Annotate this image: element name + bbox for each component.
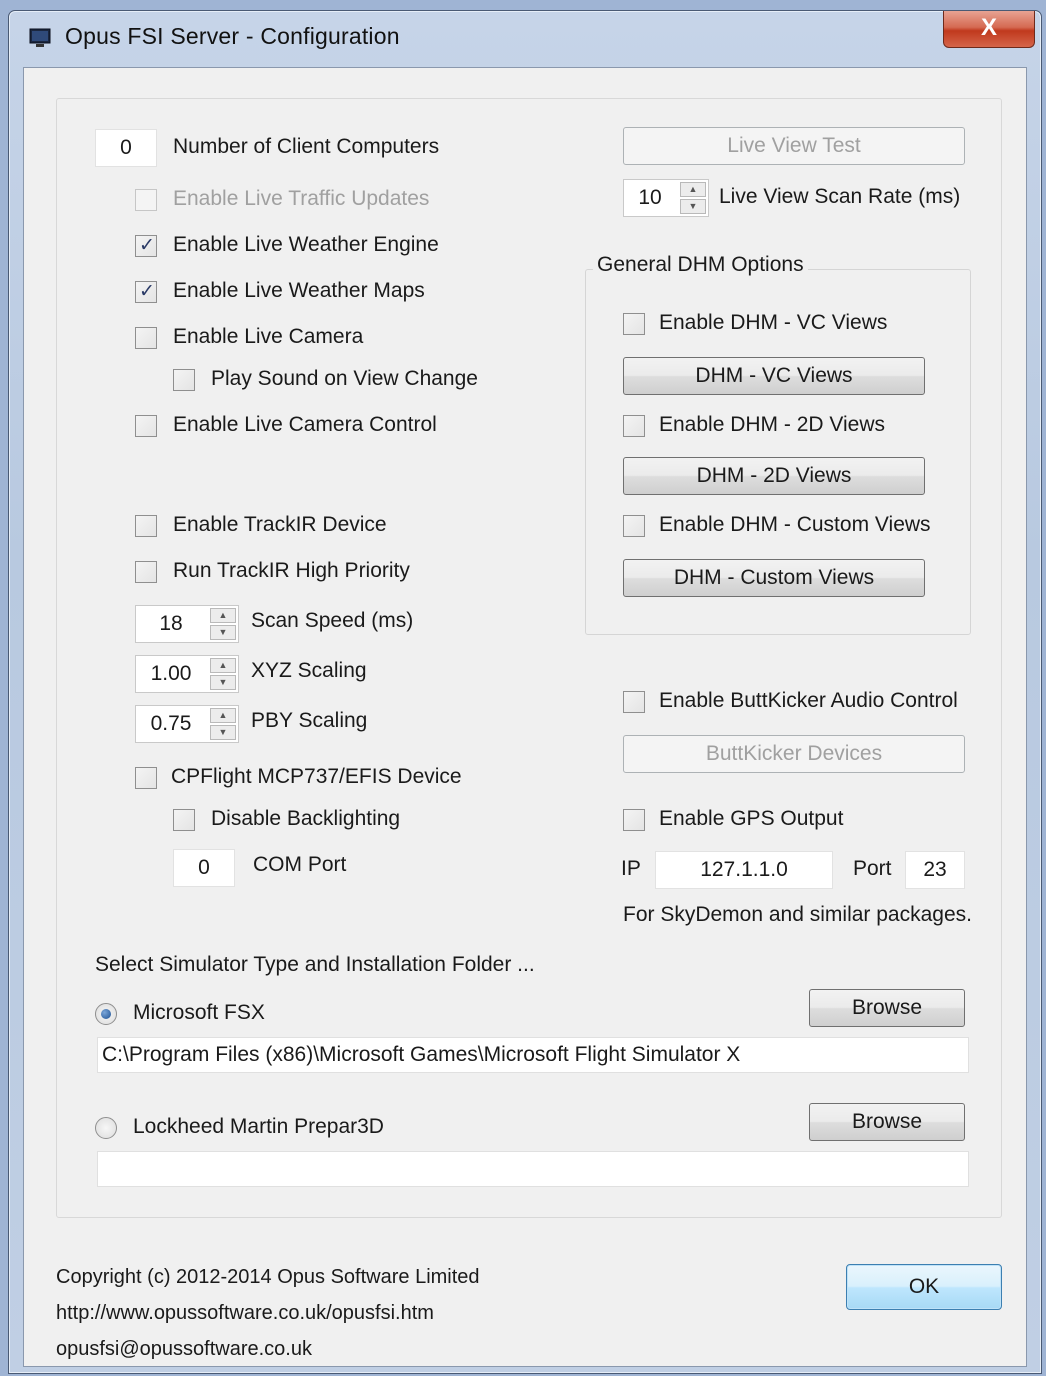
scan-rate-label: Live View Scan Rate (ms) — [719, 185, 961, 208]
port-field[interactable]: 23 — [905, 851, 965, 889]
close-button[interactable]: X — [943, 11, 1035, 48]
dhm-custom-checkbox[interactable] — [623, 515, 645, 537]
xyz-scaling-value: 1.00 — [150, 662, 192, 685]
weather-engine-checkbox[interactable]: ✓ — [135, 235, 157, 257]
weather-maps-checkbox[interactable]: ✓ — [135, 281, 157, 303]
gps-output-label: Enable GPS Output — [659, 807, 844, 830]
play-sound-checkbox[interactable] — [173, 369, 195, 391]
fsx-label: Microsoft FSX — [133, 1001, 265, 1024]
app-monitor-icon — [29, 28, 51, 47]
trackir-checkbox[interactable] — [135, 515, 157, 537]
cpflight-label: CPFlight MCP737/EFIS Device — [171, 765, 462, 788]
spin-down-icon[interactable]: ▼ — [210, 675, 236, 690]
spin-up-icon[interactable]: ▲ — [210, 708, 236, 723]
dhm-2d-button[interactable]: DHM - 2D Views — [623, 457, 925, 495]
scan-speed-label: Scan Speed (ms) — [251, 609, 414, 632]
dhm-custom-button[interactable]: DHM - Custom Views — [623, 559, 925, 597]
checkmark-icon: ✓ — [139, 281, 155, 302]
num-clients-field[interactable]: 0 — [95, 129, 157, 167]
pby-scaling-label: PBY Scaling — [251, 709, 368, 732]
ip-field[interactable]: 127.1.1.0 — [655, 851, 833, 889]
port-label: Port — [853, 857, 892, 880]
scan-rate-stepper[interactable]: 10 ▲ ▼ — [623, 179, 709, 217]
buttkicker-label: Enable ButtKicker Audio Control — [659, 689, 958, 712]
ok-button[interactable]: OK — [846, 1264, 1002, 1310]
pby-scaling-stepper[interactable]: 0.75 ▲ ▼ — [135, 705, 239, 743]
live-traffic-label: Enable Live Traffic Updates — [173, 187, 430, 210]
dhm-2d-checkbox[interactable] — [623, 415, 645, 437]
live-camera-checkbox[interactable] — [135, 327, 157, 349]
dhm-custom-label: Enable DHM - Custom Views — [659, 513, 931, 536]
email-link[interactable]: opusfsi@opussoftware.co.uk — [56, 1338, 312, 1361]
gps-note: For SkyDemon and similar packages. — [623, 903, 972, 926]
spin-up-icon[interactable]: ▲ — [210, 658, 236, 673]
buttkicker-devices-button[interactable]: ButtKicker Devices — [623, 735, 965, 773]
cpflight-checkbox[interactable] — [135, 767, 157, 789]
spin-down-icon[interactable]: ▼ — [680, 199, 706, 214]
dhm-vc-checkbox[interactable] — [623, 313, 645, 335]
fsx-path-field[interactable]: C:\Program Files (x86)\Microsoft Games\M… — [97, 1037, 969, 1073]
spin-down-icon[interactable]: ▼ — [210, 725, 236, 740]
fsx-browse-button[interactable]: Browse — [809, 989, 965, 1027]
scan-speed-stepper[interactable]: 18 ▲ ▼ — [135, 605, 239, 643]
p3d-label: Lockheed Martin Prepar3D — [133, 1115, 384, 1138]
spin-up-icon[interactable]: ▲ — [680, 182, 706, 197]
com-port-field[interactable]: 0 — [173, 849, 235, 887]
trackir-priority-checkbox[interactable] — [135, 561, 157, 583]
fsx-radio[interactable] — [95, 1003, 117, 1025]
xyz-scaling-label: XYZ Scaling — [251, 659, 367, 682]
title-bar[interactable]: Opus FSI Server - Configuration X — [9, 11, 1041, 69]
website-link[interactable]: http://www.opussoftware.co.uk/opusfsi.ht… — [56, 1302, 434, 1325]
dhm-vc-label: Enable DHM - VC Views — [659, 311, 888, 334]
gps-output-checkbox[interactable] — [623, 809, 645, 831]
window-title: Opus FSI Server - Configuration — [65, 23, 400, 49]
live-view-test-button[interactable]: Live View Test — [623, 127, 965, 165]
live-traffic-checkbox[interactable] — [135, 189, 157, 211]
dhm-group-title: General DHM Options — [593, 253, 808, 277]
play-sound-label: Play Sound on View Change — [211, 367, 478, 390]
window-frame: Opus FSI Server - Configuration X 0 Numb… — [8, 10, 1042, 1374]
camera-control-label: Enable Live Camera Control — [173, 413, 437, 436]
pby-scaling-value: 0.75 — [150, 712, 192, 735]
p3d-radio[interactable] — [95, 1117, 117, 1139]
num-clients-label: Number of Client Computers — [173, 135, 440, 158]
copyright-text: Copyright (c) 2012-2014 Opus Software Li… — [56, 1266, 480, 1288]
buttkicker-checkbox[interactable] — [623, 691, 645, 713]
dhm-2d-label: Enable DHM - 2D Views — [659, 413, 886, 436]
settings-group: 0 Number of Client Computers Enable Live… — [56, 98, 1002, 1218]
trackir-label: Enable TrackIR Device — [173, 513, 387, 536]
dialog-client-area: 0 Number of Client Computers Enable Live… — [23, 67, 1027, 1367]
checkmark-icon: ✓ — [139, 235, 155, 256]
com-port-label: COM Port — [253, 853, 347, 876]
backlighting-checkbox[interactable] — [173, 809, 195, 831]
scan-speed-value: 18 — [159, 612, 183, 635]
camera-control-checkbox[interactable] — [135, 415, 157, 437]
live-camera-label: Enable Live Camera — [173, 325, 364, 348]
spin-down-icon[interactable]: ▼ — [210, 625, 236, 640]
radio-selected-icon — [101, 1009, 111, 1019]
p3d-browse-button[interactable]: Browse — [809, 1103, 965, 1141]
xyz-scaling-stepper[interactable]: 1.00 ▲ ▼ — [135, 655, 239, 693]
weather-engine-label: Enable Live Weather Engine — [173, 233, 439, 256]
simulator-heading: Select Simulator Type and Installation F… — [95, 953, 535, 976]
weather-maps-label: Enable Live Weather Maps — [173, 279, 425, 302]
spin-up-icon[interactable]: ▲ — [210, 608, 236, 623]
ip-label: IP — [621, 857, 641, 880]
p3d-path-field[interactable] — [97, 1151, 969, 1187]
scan-rate-value: 10 — [638, 186, 662, 209]
dhm-vc-button[interactable]: DHM - VC Views — [623, 357, 925, 395]
trackir-priority-label: Run TrackIR High Priority — [173, 559, 410, 582]
backlighting-label: Disable Backlighting — [211, 807, 401, 830]
